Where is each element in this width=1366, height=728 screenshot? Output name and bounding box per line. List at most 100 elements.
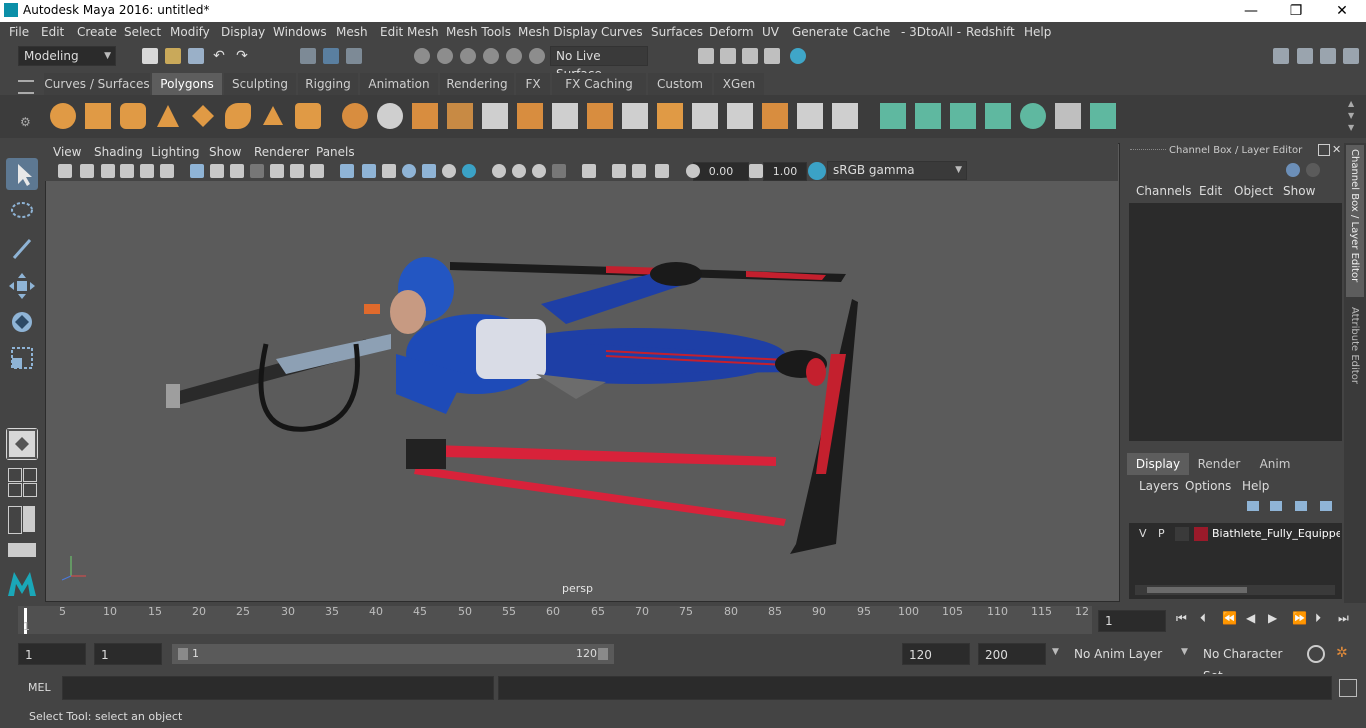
- poly-torus-icon[interactable]: [225, 103, 251, 129]
- menu-edit[interactable]: Edit: [41, 25, 64, 39]
- tab-curves-surfaces[interactable]: Curves / Surfaces: [44, 73, 150, 95]
- menu-modify[interactable]: Modify: [170, 25, 210, 39]
- modeling-toolkit-icon[interactable]: [1273, 48, 1289, 64]
- menu-redshift[interactable]: Redshift: [966, 25, 1015, 39]
- persp-outliner-layout-icon[interactable]: [23, 468, 37, 482]
- menu-display[interactable]: Display: [221, 25, 265, 39]
- shadows-icon[interactable]: [442, 164, 456, 178]
- character-set-dropdown[interactable]: No Character Set: [1197, 643, 1297, 683]
- menu-windows[interactable]: Windows: [273, 25, 327, 39]
- backface-culling-icon[interactable]: [655, 164, 669, 178]
- outliner-layout-icon[interactable]: [23, 483, 37, 497]
- move-layer-up-icon[interactable]: [1247, 501, 1259, 511]
- viewport-menu-view[interactable]: View: [53, 145, 81, 159]
- exposure-field[interactable]: 0.00: [693, 162, 749, 181]
- channel-list[interactable]: [1129, 203, 1342, 441]
- tab-fx-caching[interactable]: FX Caching: [552, 73, 646, 95]
- select-by-component-icon[interactable]: [346, 48, 362, 64]
- extrude-icon[interactable]: [517, 103, 543, 129]
- textured-icon[interactable]: [402, 164, 416, 178]
- four-view-layout-icon[interactable]: [8, 468, 22, 482]
- close-button[interactable]: ✕: [1319, 0, 1365, 22]
- save-scene-icon[interactable]: [188, 48, 204, 64]
- poly-pipe-icon[interactable]: [295, 103, 321, 129]
- shelf-scroll-icon[interactable]: ▲ ▼ ▼: [1348, 98, 1358, 134]
- safe-title-icon[interactable]: [310, 164, 324, 178]
- xray-icon[interactable]: [582, 164, 596, 178]
- single-perspective-layout-icon[interactable]: [6, 428, 38, 460]
- layer-name[interactable]: Biathlete_Fully_Equipped: [1212, 527, 1340, 540]
- menu-curves[interactable]: Curves: [601, 25, 643, 39]
- poly-plane-icon[interactable]: [190, 103, 216, 129]
- menu-surfaces[interactable]: Surfaces: [651, 25, 703, 39]
- snap-grid-icon[interactable]: [414, 48, 430, 64]
- layer-reference-toggle[interactable]: [1175, 527, 1189, 541]
- shelf-menu-icon[interactable]: [18, 80, 34, 94]
- channels-menu-edit[interactable]: Edit: [1199, 184, 1222, 198]
- select-by-hierarchy-icon[interactable]: [300, 48, 316, 64]
- viewport-menu-renderer[interactable]: Renderer: [254, 145, 309, 159]
- anim-layer-dropdown[interactable]: No Anim Layer: [1068, 643, 1170, 665]
- viewport-menu-shading[interactable]: Shading: [94, 145, 143, 159]
- color-management-icon[interactable]: [808, 162, 826, 180]
- move-layer-down-icon[interactable]: [1270, 501, 1282, 511]
- layers-menu-options[interactable]: Options: [1185, 479, 1231, 493]
- animation-end-field[interactable]: 200: [978, 643, 1046, 665]
- chevron-down-icon[interactable]: ▼: [1052, 647, 1059, 657]
- tab-sculpting[interactable]: Sculpting: [224, 73, 296, 95]
- cut-uv-icon[interactable]: [1090, 103, 1116, 129]
- paint-select-icon[interactable]: [6, 232, 38, 264]
- mel-label[interactable]: MEL: [28, 681, 51, 694]
- mirror-icon[interactable]: [412, 103, 438, 129]
- hypershade-icon[interactable]: [790, 48, 806, 64]
- combine-icon[interactable]: [342, 103, 368, 129]
- tab-render[interactable]: Render: [1191, 453, 1247, 475]
- poly-prism-icon[interactable]: [260, 103, 286, 129]
- grid-toggle-icon[interactable]: [190, 164, 204, 178]
- animation-start-field[interactable]: 1: [18, 643, 86, 665]
- script-editor-icon[interactable]: [1339, 679, 1357, 697]
- layer-visibility-toggle[interactable]: V: [1139, 527, 1147, 540]
- insert-edge-loop-icon[interactable]: [727, 103, 753, 129]
- render-view-icon[interactable]: [698, 48, 714, 64]
- smooth-icon[interactable]: [447, 103, 473, 129]
- unfold-icon[interactable]: [1020, 103, 1046, 129]
- animation-preferences-icon[interactable]: ✲: [1336, 645, 1354, 663]
- menu-mesh[interactable]: Mesh: [336, 25, 368, 39]
- playback-end-field[interactable]: 120: [902, 643, 970, 665]
- tab-animation[interactable]: Animation: [360, 73, 438, 95]
- menu-create[interactable]: Create: [77, 25, 117, 39]
- target-weld-icon[interactable]: [762, 103, 788, 129]
- step-forward-key-icon[interactable]: ⏩: [1292, 611, 1308, 627]
- new-scene-icon[interactable]: [142, 48, 158, 64]
- menu-mesh-tools[interactable]: Mesh Tools: [446, 25, 511, 39]
- merge-icon[interactable]: [797, 103, 823, 129]
- rotate-tool-icon[interactable]: [6, 306, 38, 338]
- snap-together-icon[interactable]: [529, 48, 545, 64]
- image-plane-icon[interactable]: [120, 164, 134, 178]
- mel-command-input[interactable]: [62, 676, 494, 700]
- select-by-object-icon[interactable]: [323, 48, 339, 64]
- side-tab-channel-box[interactable]: Channel Box / Layer Editor: [1346, 145, 1364, 297]
- manipulator-icon[interactable]: [1286, 163, 1300, 177]
- render-settings-icon[interactable]: [764, 48, 780, 64]
- layer-scrollbar[interactable]: [1135, 585, 1335, 595]
- menu-uv[interactable]: UV: [762, 25, 779, 39]
- mode-dropdown[interactable]: Modeling ▼: [18, 46, 116, 66]
- channel-box-toggle-icon[interactable]: [1343, 48, 1359, 64]
- color-space-dropdown[interactable]: sRGB gamma ▼: [827, 161, 967, 180]
- open-scene-icon[interactable]: [165, 48, 181, 64]
- exposure-icon[interactable]: [686, 164, 700, 178]
- resolution-gate-icon[interactable]: [230, 164, 244, 178]
- tab-xgen[interactable]: XGen: [714, 73, 764, 95]
- live-surface-field[interactable]: No Live Surface: [550, 46, 648, 81]
- render-frame-icon[interactable]: [720, 48, 736, 64]
- use-all-lights-icon[interactable]: [422, 164, 436, 178]
- spherical-map-icon[interactable]: [950, 103, 976, 129]
- xray-joints-icon[interactable]: [612, 164, 626, 178]
- ipr-render-icon[interactable]: [742, 48, 758, 64]
- shelf-gear-icon[interactable]: ⚙: [20, 115, 34, 129]
- redo-icon[interactable]: ↷: [234, 48, 250, 64]
- wireframe-icon[interactable]: [340, 164, 354, 178]
- safe-action-icon[interactable]: [290, 164, 304, 178]
